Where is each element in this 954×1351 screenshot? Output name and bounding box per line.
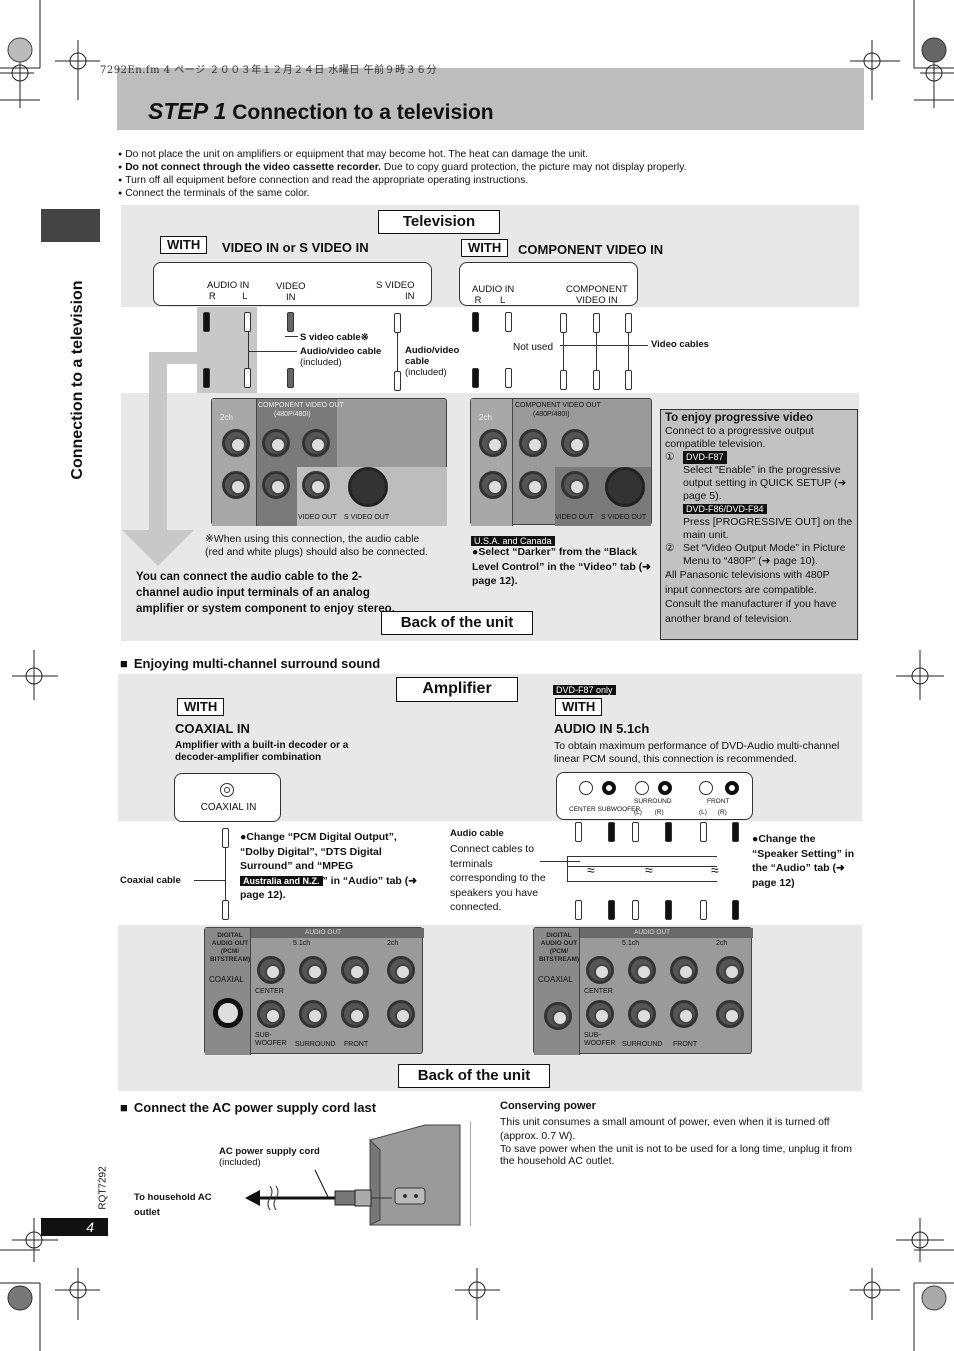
jack-pb <box>262 429 290 457</box>
plug-red <box>203 312 210 332</box>
precautions-list: Do not place the unit on amplifiers or e… <box>118 148 686 200</box>
plug-yellow <box>287 312 294 332</box>
jack-audio-r <box>222 471 250 499</box>
not-used-label: Not used <box>513 342 554 353</box>
model-badge-f87: DVD-F87 <box>683 451 727 464</box>
component-heading: COMPONENT VIDEO IN <box>518 242 664 257</box>
page-number: 4 <box>41 1218 108 1236</box>
side-tab <box>41 209 100 242</box>
back-of-unit-label-2: Back of the unit <box>398 1064 550 1088</box>
svideo-jack <box>348 467 388 507</box>
coaxial-out-jack <box>213 998 243 1028</box>
plug-white <box>244 312 251 332</box>
back-of-unit-label: Back of the unit <box>381 611 533 635</box>
stereo-note: You can connect the audio cable to the 2… <box>136 571 395 615</box>
coaxial-heading: COAXIAL IN <box>175 721 250 736</box>
jack-video <box>302 471 330 499</box>
side-label: Connection to a television <box>69 280 86 480</box>
outlet-label: To household AC outlet <box>134 1192 212 1218</box>
av-cable-label-2: Audio/video cable (included) <box>405 345 460 378</box>
model-badge-f86-f84: DVD-F86/DVD-F84 <box>683 504 767 514</box>
audio-cable-desc: Connect cables to terminals correspondin… <box>450 843 546 913</box>
audio-51-desc: To obtain maximum performance of DVD-Aud… <box>554 740 840 765</box>
amplifier-label: Amplifier <box>396 677 518 702</box>
amp-51-device: CENTER SUBWOOFER SURROUND (L) (R) FRONT … <box>556 772 753 820</box>
video-cables-label: Video cables <box>651 339 709 350</box>
precaution-item: Connect the terminals of the same color. <box>118 187 686 200</box>
amp-coaxial-device: COAXIAL IN <box>174 773 281 822</box>
conserving-power: Conserving power This unit consumes a sm… <box>500 1100 852 1167</box>
with-badge: WITH <box>160 236 208 254</box>
precaution-item: Do not connect through the video cassett… <box>118 161 686 174</box>
title-text: Connection to a television <box>232 101 494 124</box>
dvd-f87-only-badge: DVD-F87 only <box>553 685 616 695</box>
av-cable-label: Audio/video cable (included) <box>300 346 382 368</box>
unit-back-panel-51: DIGITAL AUDIO OUT (PCM/ BITSTREAM) COAXI… <box>533 927 753 1055</box>
with-badge: WITH <box>177 698 225 716</box>
jack-y <box>302 429 330 457</box>
speaker-setting-note: ●Change the “Speaker Setting” in the “Au… <box>752 833 855 889</box>
black-level-note: ●Select “Darker” from the “Black Level C… <box>472 546 651 587</box>
svideo-cable-label: S video cable※ <box>300 332 369 343</box>
pcm-note: ●Change “PCM Digital Output”, “Dolby Dig… <box>240 831 418 901</box>
with-badge: WITH <box>461 239 509 257</box>
coaxial-desc: Amplifier with a built-in decoder or a d… <box>175 740 349 763</box>
audio-51-heading: AUDIO IN 5.1ch <box>554 721 650 736</box>
arrow-left-icon <box>245 1190 260 1206</box>
surround-section-title: Enjoying multi-channel surround sound <box>120 656 380 671</box>
video-in-heading: VIDEO IN or S VIDEO IN <box>222 240 369 255</box>
progressive-video-box: To enjoy progressive video Connect to a … <box>660 409 858 640</box>
coaxial-cable-label: Coaxial cable <box>120 875 181 886</box>
doc-code: RQT7292 <box>97 1166 109 1210</box>
page-title: STEP 1 Connection to a television <box>148 98 494 125</box>
file-header: 7292En.fm 4 ページ ２００３年１２月２４日 水曜日 午前９時３６分 <box>100 65 438 76</box>
ac-cord-diagram <box>245 1124 461 1226</box>
unit-back-panel-coaxial: DIGITAL AUDIO OUT (PCM/ BITSTREAM) COAXI… <box>204 927 424 1055</box>
precaution-item: Turn off all equipment before connection… <box>118 174 686 187</box>
tv-device-video: AUDIO IN R L VIDEO IN S VIDEO IN <box>153 262 432 306</box>
jack-audio-l <box>222 429 250 457</box>
divider <box>470 1122 471 1226</box>
svideo-footnote: ※When using this connection, the audio c… <box>205 533 428 558</box>
coaxial-jack-icon <box>220 783 234 797</box>
precaution-item: Do not place the unit on amplifiers or e… <box>118 148 686 161</box>
plug-svideo <box>394 313 401 333</box>
audio-cable-title: Audio cable <box>450 828 504 839</box>
tv-device-component: AUDIO IN R L COMPONENT VIDEO IN <box>459 262 638 306</box>
unit-back-panel-right: 2ch COMPONENT VIDEO OUT (480P/480I) VIDE… <box>470 398 652 526</box>
arrow-down-icon <box>122 520 194 566</box>
unit-back-panel-left: 2ch COMPONENT VIDEO OUT (480P/480I) VIDE… <box>211 398 447 526</box>
jack-pr <box>262 471 290 499</box>
step-label: STEP 1 <box>148 98 227 124</box>
television-label: Television <box>378 210 500 234</box>
with-badge: WITH <box>555 698 603 716</box>
region-badge-aus: Australia and N.Z. <box>240 875 323 886</box>
ac-section-title: Connect the AC power supply cord last <box>120 1100 376 1115</box>
